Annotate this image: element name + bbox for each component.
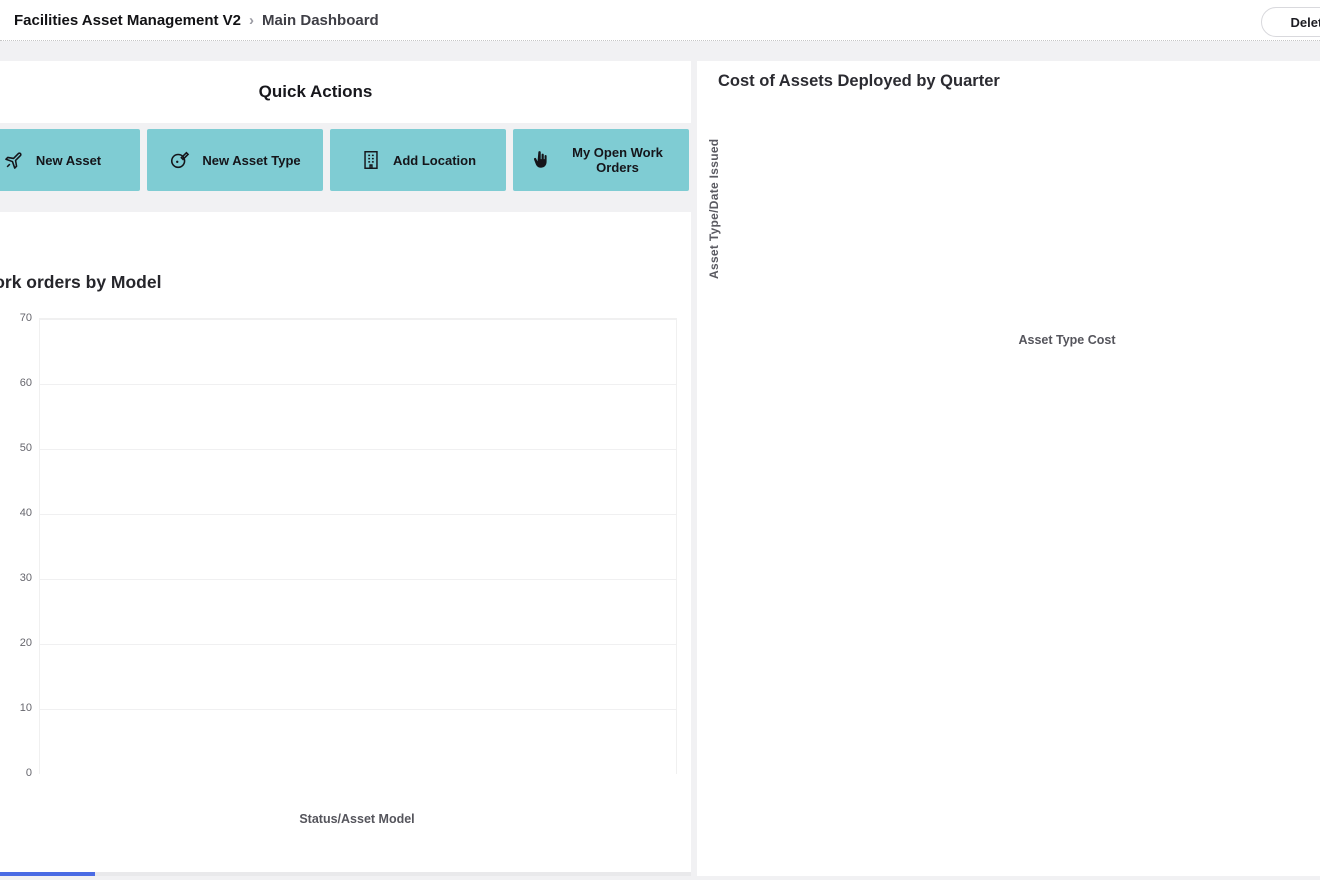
y-axis-tick-label: 40 (0, 507, 32, 519)
horizontal-scrollbar-thumb[interactable] (0, 872, 95, 876)
work-orders-chart-title: Work orders by Model (0, 272, 161, 293)
quick-actions-buttons: New Asset New Asset Type Add Location My Op… (0, 129, 704, 191)
quick-action-label: New Asset Type (202, 153, 300, 168)
y-axis-tick-label: 30 (0, 572, 32, 584)
y-axis-tick-label: 50 (0, 442, 32, 454)
cost-chart-plot (800, 109, 1320, 299)
building-icon (360, 149, 382, 171)
gridline (40, 579, 676, 580)
gridline (40, 384, 676, 385)
quick-action-label: New Asset (36, 153, 101, 168)
work-orders-chart-card: Work orders by Model 010203040506070 Sta… (0, 212, 691, 872)
tag-pencil-icon (169, 149, 191, 171)
cost-chart-title: Cost of Assets Deployed by Quarter (718, 72, 1000, 91)
quick-action-new-asset[interactable]: New Asset (0, 129, 140, 191)
breadcrumb-separator: › (249, 12, 254, 29)
work-orders-xaxis-title: Status/Asset Model (39, 812, 675, 826)
y-axis-tick-label: 10 (0, 702, 32, 714)
y-axis-tick-label: 70 (0, 312, 32, 324)
breadcrumb-page-title: Main Dashboard (262, 12, 379, 29)
breadcrumb-app-title[interactable]: Facilities Asset Management V2 (14, 12, 241, 29)
quick-actions-title: Quick Actions (0, 61, 691, 123)
top-bar: Facilities Asset Management V2 › Main Da… (0, 0, 1320, 41)
quick-action-label: Add Location (393, 153, 476, 168)
quick-action-new-asset-type[interactable]: New Asset Type (147, 129, 323, 191)
quick-action-label: My Open Work Orders (562, 145, 674, 175)
gridline (40, 514, 676, 515)
hand-pointer-icon (529, 149, 551, 171)
quick-actions-card: Quick Actions (0, 61, 691, 123)
cost-chart-yaxis-title: Asset Type/Date Issued (707, 109, 721, 309)
quick-action-my-open-work-orders[interactable]: My Open Work Orders (513, 129, 689, 191)
quick-action-add-location[interactable]: Add Location (330, 129, 506, 191)
gridline (40, 644, 676, 645)
y-axis-tick-label: 60 (0, 377, 32, 389)
work-orders-chart-plot: 010203040506070 (39, 318, 677, 774)
cost-chart-xaxis-title: Asset Type Cost (967, 333, 1167, 347)
gridline (40, 709, 676, 710)
right-panel: Cost of Assets Deployed by Quarter Asset… (697, 61, 1320, 876)
plane-icon (3, 149, 25, 171)
y-axis-tick-label: 20 (0, 637, 32, 649)
y-axis-tick-label: 0 (0, 767, 32, 779)
gridline (40, 449, 676, 450)
delete-button[interactable]: Delete (1261, 7, 1320, 37)
horizontal-scrollbar-track[interactable] (0, 872, 691, 876)
gridline (40, 319, 676, 320)
breadcrumb: Facilities Asset Management V2 › Main Da… (14, 0, 379, 40)
